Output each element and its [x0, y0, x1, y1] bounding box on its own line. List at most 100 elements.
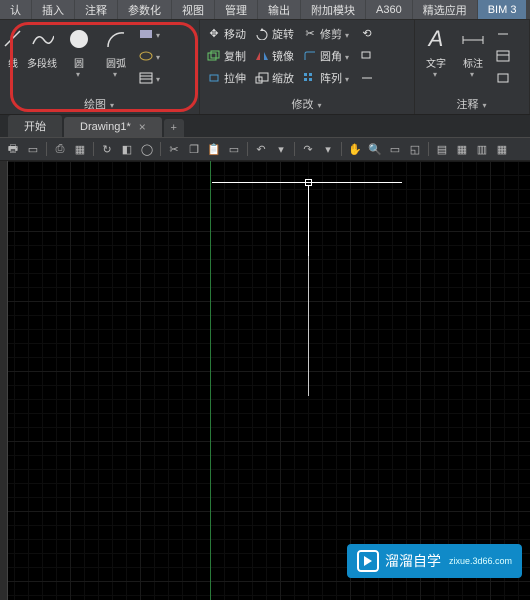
panel-modify: ✥移动 复制 拉伸 旋转 镜像 缩放 ✂修剪▾ 圆角▾ 阵列▾ ⟲ 修改▾ — [200, 20, 415, 114]
mirror-icon — [255, 49, 269, 63]
extend-button[interactable] — [357, 67, 377, 88]
dropdown-icon: ▾ — [433, 70, 439, 76]
cloud-icon — [496, 71, 510, 85]
close-icon[interactable]: × — [139, 120, 146, 134]
menu-item[interactable]: A360 — [366, 0, 412, 19]
scale-button[interactable]: 缩放 — [252, 67, 297, 88]
arc-icon — [102, 25, 130, 53]
leader-icon — [496, 27, 510, 41]
arc-button[interactable]: 圆弧 ▾ — [99, 23, 133, 94]
hatch-button[interactable]: ▾ — [136, 67, 165, 88]
polyline-button[interactable]: 多段线 — [25, 23, 59, 94]
dimension-button[interactable]: 标注 ▾ — [456, 23, 490, 94]
circle-icon — [65, 25, 93, 53]
explode-button[interactable]: ⟲ — [357, 23, 377, 44]
menu-item[interactable]: 附加模块 — [301, 0, 365, 19]
extend-icon — [360, 71, 374, 85]
fillet-button[interactable]: 圆角▾ — [300, 45, 354, 66]
match-icon[interactable]: ▭ — [225, 140, 243, 158]
grid — [0, 161, 530, 600]
menu-item[interactable]: 插入 — [32, 0, 74, 19]
menu-item[interactable]: BIM 3 — [478, 0, 527, 19]
dimension-icon — [459, 25, 487, 53]
tool-icon[interactable]: ◯ — [138, 140, 156, 158]
rotate-icon — [255, 27, 269, 41]
line-button[interactable]: 线 — [4, 23, 22, 94]
sheet-icon[interactable]: ▦ — [71, 140, 89, 158]
panel-footer-draw[interactable]: 绘图▾ — [4, 94, 195, 114]
panel-annotate: A 文字 ▾ 标注 ▾ 注释▾ — [415, 20, 530, 114]
dropdown-icon: ▾ — [76, 70, 82, 76]
tool-palette-icon[interactable]: ▥ — [473, 140, 491, 158]
dropdown-icon: ▾ — [113, 70, 119, 76]
crosshair-vertical — [308, 186, 309, 256]
print-icon[interactable]: 🖶 — [4, 140, 22, 158]
tab-drawing[interactable]: Drawing1* × — [64, 117, 162, 137]
text-icon: A — [422, 25, 450, 53]
menu-item[interactable]: 管理 — [215, 0, 257, 19]
design-icon[interactable]: ▦ — [453, 140, 471, 158]
panel-draw: 线 多段线 圆 ▾ 圆弧 ▾ ▾ ▾ ▾ 绘图▾ — [0, 20, 200, 114]
offset-button[interactable] — [357, 45, 377, 66]
tab-add[interactable]: + — [164, 119, 184, 137]
zoomwin-icon[interactable]: ◱ — [406, 140, 424, 158]
undo-icon[interactable]: ↶ — [252, 140, 270, 158]
array-icon — [303, 71, 317, 85]
refresh-icon[interactable]: ↻ — [98, 140, 116, 158]
mirror-button[interactable]: 镜像 — [252, 45, 297, 66]
menu-item[interactable]: 参数化 — [118, 0, 171, 19]
fillet-icon — [303, 49, 317, 63]
copy-icon[interactable]: ❐ — [185, 140, 203, 158]
pan-icon[interactable]: ✋ — [346, 140, 364, 158]
table-icon — [496, 49, 510, 63]
scale-icon — [255, 71, 269, 85]
ellipse-icon — [139, 49, 153, 63]
redo-icon[interactable]: ↷ — [299, 140, 317, 158]
menu-item[interactable]: 注释 — [75, 0, 117, 19]
hatch-icon — [139, 71, 153, 85]
panel-footer-modify[interactable]: 修改▾ — [204, 94, 410, 114]
offset-icon — [360, 49, 374, 63]
copy-icon — [207, 49, 221, 63]
cursor-pickbox — [305, 179, 312, 186]
cloud-button[interactable] — [493, 67, 513, 88]
rotate-button[interactable]: 旋转 — [252, 23, 297, 44]
menu-item[interactable]: 认 — [0, 0, 31, 19]
stretch-icon — [207, 71, 221, 85]
paste-icon[interactable]: 📋 — [205, 140, 223, 158]
zoom-icon[interactable]: 🔍 — [366, 140, 384, 158]
printpreview-icon[interactable]: ▭ — [24, 140, 42, 158]
sheet-set-icon[interactable]: ▦ — [493, 140, 511, 158]
polyline-icon — [28, 25, 56, 53]
table-button[interactable] — [493, 45, 513, 66]
stretch-button[interactable]: 拉伸 — [204, 67, 249, 88]
trim-button[interactable]: ✂修剪▾ — [300, 23, 354, 44]
publish-icon[interactable]: ⎙ — [51, 140, 69, 158]
properties-icon[interactable]: ▤ — [433, 140, 451, 158]
move-icon: ✥ — [207, 27, 221, 41]
drawing-area[interactable] — [0, 161, 530, 600]
circle-button[interactable]: 圆 ▾ — [62, 23, 96, 94]
zoomext-icon[interactable]: ▭ — [386, 140, 404, 158]
array-button[interactable]: 阵列▾ — [300, 67, 354, 88]
tab-start[interactable]: 开始 — [8, 115, 62, 137]
leader-button[interactable] — [493, 23, 513, 44]
explode-icon: ⟲ — [360, 27, 374, 41]
panel-footer-annotate[interactable]: 注释▾ — [419, 94, 525, 114]
copy-button[interactable]: 复制 — [204, 45, 249, 66]
rectangle-button[interactable]: ▾ — [136, 23, 165, 44]
menu-item[interactable]: 视图 — [172, 0, 214, 19]
play-icon — [357, 550, 379, 572]
dropdown-icon[interactable]: ▾ — [319, 140, 337, 158]
trim-icon: ✂ — [303, 27, 317, 41]
cut-icon[interactable]: ✂ — [165, 140, 183, 158]
menu-item[interactable]: 精选应用 — [413, 0, 477, 19]
watermark: 溜溜自学 zixue.3d66.com — [347, 544, 522, 578]
menu-item[interactable]: 输出 — [258, 0, 300, 19]
ellipse-button[interactable]: ▾ — [136, 45, 165, 66]
dropdown-icon[interactable]: ▾ — [272, 140, 290, 158]
move-button[interactable]: ✥移动 — [204, 23, 249, 44]
layer-icon[interactable]: ◧ — [118, 140, 136, 158]
quick-toolbar: 🖶 ▭ ⎙ ▦ ↻ ◧ ◯ ✂ ❐ 📋 ▭ ↶ ▾ ↷ ▾ ✋ 🔍 ▭ ◱ ▤ … — [0, 137, 530, 161]
text-button[interactable]: A 文字 ▾ — [419, 23, 453, 94]
